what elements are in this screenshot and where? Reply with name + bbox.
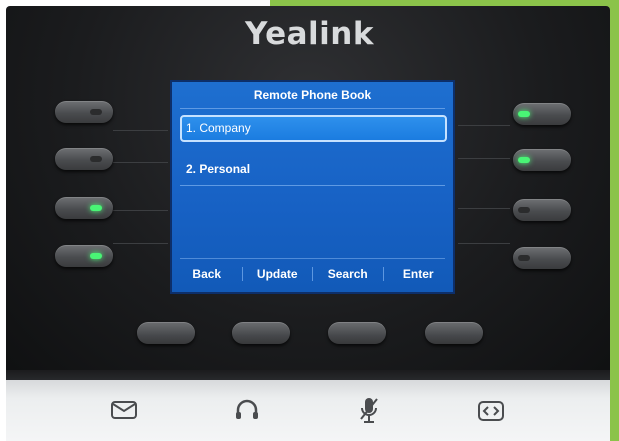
line-key-right-2[interactable]: [513, 149, 571, 171]
softkey-back[interactable]: Back: [172, 267, 243, 281]
item-separator: [180, 185, 445, 186]
line-key-right-4[interactable]: [513, 247, 571, 269]
softkey-search[interactable]: Search: [313, 267, 384, 281]
softkey-update[interactable]: Update: [243, 267, 313, 281]
hardware-softkey-3[interactable]: [328, 322, 386, 344]
transfer-icon[interactable]: [477, 400, 505, 427]
line-key-left-4[interactable]: [55, 245, 113, 267]
line-key-left-1[interactable]: [55, 101, 113, 123]
key-line: [458, 208, 510, 209]
mute-microphone-icon[interactable]: [357, 395, 381, 430]
hardware-softkey-2[interactable]: [232, 322, 290, 344]
line-key-right-1[interactable]: [513, 103, 571, 125]
headset-icon[interactable]: [234, 398, 260, 427]
line-key-led: [90, 109, 102, 115]
key-line: [458, 243, 510, 244]
title-separator: [180, 108, 445, 109]
line-key-led: [90, 156, 102, 162]
line-key-led: [518, 207, 530, 213]
line-key-led-on: [90, 205, 102, 211]
key-line: [113, 162, 168, 163]
softkey-enter[interactable]: Enter: [384, 267, 454, 281]
line-key-left-2[interactable]: [55, 148, 113, 170]
line-key-led-on: [518, 157, 530, 163]
key-line: [113, 130, 168, 131]
brand-logo: Yealink: [245, 16, 374, 52]
line-key-right-3[interactable]: [513, 199, 571, 221]
key-line: [113, 210, 168, 211]
hardware-softkey-1[interactable]: [137, 322, 195, 344]
key-line: [458, 125, 510, 126]
lcd-screen: Remote Phone Book 1. Company 2. Personal…: [170, 80, 455, 294]
menu-item-company[interactable]: 1. Company: [180, 115, 447, 142]
screen-title: Remote Phone Book: [253, 88, 372, 102]
hardware-softkey-4[interactable]: [425, 322, 483, 344]
key-line: [458, 158, 510, 159]
line-key-led-on: [90, 253, 102, 259]
key-line: [113, 243, 168, 244]
mail-icon[interactable]: [110, 400, 138, 425]
menu-item-personal[interactable]: 2. Personal: [180, 156, 447, 183]
softkey-bar: Back Update Search Enter: [172, 256, 453, 292]
line-key-led-on: [518, 111, 530, 117]
line-key-left-3[interactable]: [55, 197, 113, 219]
function-key-panel: [6, 380, 610, 441]
line-key-led: [518, 255, 530, 261]
